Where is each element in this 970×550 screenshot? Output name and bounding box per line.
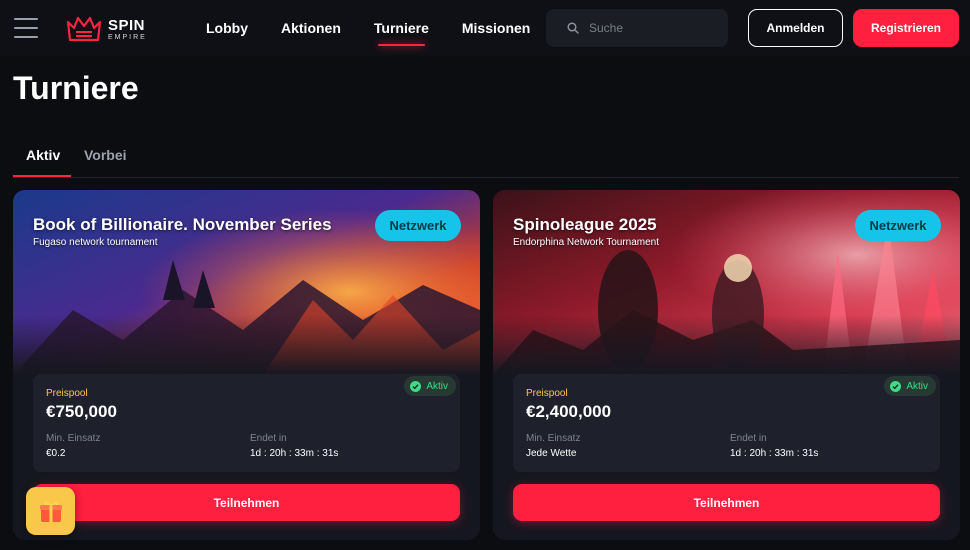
nav-lobby[interactable]: Lobby xyxy=(206,0,248,56)
network-badge: Netzwerk xyxy=(375,210,461,241)
active-tab-indicator xyxy=(13,175,71,177)
prize-pool-value: €2,400,000 xyxy=(526,402,612,421)
search-box[interactable] xyxy=(546,9,728,47)
tournament-title: Spinoleague 2025 xyxy=(513,215,657,234)
check-circle-icon xyxy=(410,380,422,392)
crown-logo-icon xyxy=(66,16,102,42)
tournament-title: Book of Billionaire. November Series xyxy=(33,215,332,234)
logo-line-1: SPIN xyxy=(108,16,146,34)
network-badge: Netzwerk xyxy=(855,210,941,241)
gift-button[interactable] xyxy=(26,487,75,535)
prize-pool-label: Preispool xyxy=(46,388,88,399)
tournament-card[interactable]: Book of Billionaire. November Series Fug… xyxy=(13,190,480,540)
hamburger-menu-icon[interactable] xyxy=(14,18,38,38)
main-nav: Lobby Aktionen Turniere Missionen xyxy=(206,0,563,56)
ends-in-value: 1d : 20h : 33m : 31s xyxy=(250,448,339,459)
tournament-info: Aktiv Preispool €2,400,000 Min. Einsatz … xyxy=(513,374,940,472)
check-circle-icon xyxy=(890,380,902,392)
status-badge: Aktiv xyxy=(404,376,456,396)
login-button[interactable]: Anmelden xyxy=(748,9,843,47)
nav-turniere[interactable]: Turniere xyxy=(374,0,429,56)
tournament-card[interactable]: Spinoleague 2025 Endorphina Network Tour… xyxy=(493,190,960,540)
search-icon xyxy=(567,22,579,34)
tab-vorbei[interactable]: Vorbei xyxy=(84,147,127,163)
tab-aktiv[interactable]: Aktiv xyxy=(26,147,60,163)
gift-icon xyxy=(39,501,62,522)
min-bet-value: €0.2 xyxy=(46,448,66,459)
nav-aktionen[interactable]: Aktionen xyxy=(281,0,341,56)
logo-line-2: EMPIRE xyxy=(108,33,147,41)
register-button[interactable]: Registrieren xyxy=(853,9,959,47)
tournament-subtitle: Endorphina Network Tournament xyxy=(513,237,660,248)
logo[interactable]: SPIN EMPIRE xyxy=(64,14,147,44)
join-button[interactable]: Teilnehmen xyxy=(513,484,940,521)
prize-pool-label: Preispool xyxy=(526,388,568,399)
tabs: Aktiv Vorbei xyxy=(13,140,959,178)
tournament-info: Aktiv Preispool €750,000 Min. Einsatz €0… xyxy=(33,374,460,472)
nav-missionen[interactable]: Missionen xyxy=(462,0,530,56)
status-badge: Aktiv xyxy=(884,376,936,396)
prize-pool-value: €750,000 xyxy=(46,402,117,421)
page-title: Turniere xyxy=(13,70,139,106)
ends-in-label: Endet in xyxy=(730,433,767,444)
ends-in-value: 1d : 20h : 33m : 31s xyxy=(730,448,819,459)
join-button[interactable]: Teilnehmen xyxy=(33,484,460,521)
ends-in-label: Endet in xyxy=(250,433,287,444)
min-bet-value: Jede Wette xyxy=(526,448,577,459)
min-bet-label: Min. Einsatz xyxy=(526,433,581,444)
status-text: Aktiv xyxy=(906,380,928,392)
status-text: Aktiv xyxy=(426,380,448,392)
top-header: SPIN EMPIRE Lobby Aktionen Turniere Miss… xyxy=(0,0,970,56)
tournament-subtitle: Fugaso network tournament xyxy=(33,237,158,248)
logo-text: SPIN EMPIRE xyxy=(108,18,147,41)
min-bet-label: Min. Einsatz xyxy=(46,433,101,444)
search-input[interactable] xyxy=(589,21,709,35)
